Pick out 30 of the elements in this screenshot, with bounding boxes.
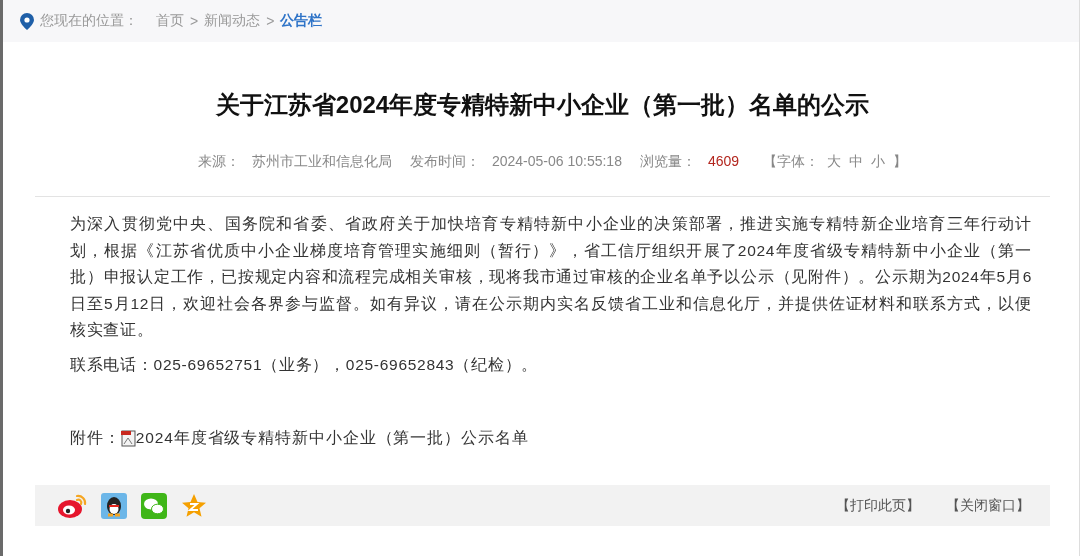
location-label: 您现在的位置： (40, 12, 138, 30)
breadcrumb-separator: > (190, 13, 199, 29)
penguin-icon[interactable] (101, 492, 127, 519)
meta-value: 2024-05-06 10:55:18 (491, 153, 622, 171)
location-pin-icon (20, 12, 34, 30)
meta-value: 苏州市工业和信息化局 (251, 153, 392, 171)
breadcrumb-link[interactable]: 新闻动态 (204, 12, 261, 30)
footer-link[interactable]: 【关闭窗口】 (946, 496, 1030, 515)
meta-label: 来源： (197, 153, 240, 171)
meta-label: 浏览量： (639, 153, 696, 171)
attachment-label: 附件： (70, 427, 121, 448)
eye-logo-icon[interactable] (57, 492, 87, 519)
attachment-link[interactable]: 2024年度省级专精特新中小企业（第一批）公示名单 (135, 427, 529, 449)
meta-label: 发布时间： (409, 153, 480, 171)
font-size-link[interactable]: 大 (827, 153, 842, 171)
article-title: 关于江苏省2024年度专精特新中小企业（第一批）名单的公示 (214, 90, 871, 120)
bracket-text: 】 (893, 153, 908, 171)
font-size-label: 【字体： (763, 153, 820, 171)
document-icon (120, 429, 136, 447)
footer-link[interactable]: 【打印此页】 (836, 496, 920, 515)
view-count: 4609 (707, 153, 740, 171)
paragraph: 为深入贯彻党中央、国务院和省委、省政府关于加快培育专精特新中小企业的决策部署，推进实施专精特新企业培育三年行动计划，根据《江苏省优质中小企业梯度培育管理实施细则（暂行）》，省工信厅组织开展了2024年度省级专精特新中小企业（第一批）申报认定工作，已按规定内容和流程完成相关审核，现将我市通过审核的企业名单予以公示（见附件）。公示期为2024年5月6日至5月12日，欢迎社会各界参与监督。如有异议，请在公示期内实名反馈省工业和信息化厅，并提供佐证材料和联系方式，以便核实查证。 (70, 214, 1032, 341)
breadcrumb-separator: > (266, 13, 275, 29)
breadcrumb-link[interactable]: 首页 (156, 12, 184, 30)
chat-bubbles-icon[interactable] (141, 492, 167, 519)
paragraph: 联系电话：025-69652751（业务），025-69652843（纪检）。 (70, 354, 540, 375)
star-icon[interactable] (181, 492, 207, 519)
font-size-link[interactable]: 中 (849, 153, 864, 171)
font-size-link[interactable]: 小 (871, 153, 886, 171)
breadcrumb-link[interactable]: 公告栏 (280, 12, 323, 30)
